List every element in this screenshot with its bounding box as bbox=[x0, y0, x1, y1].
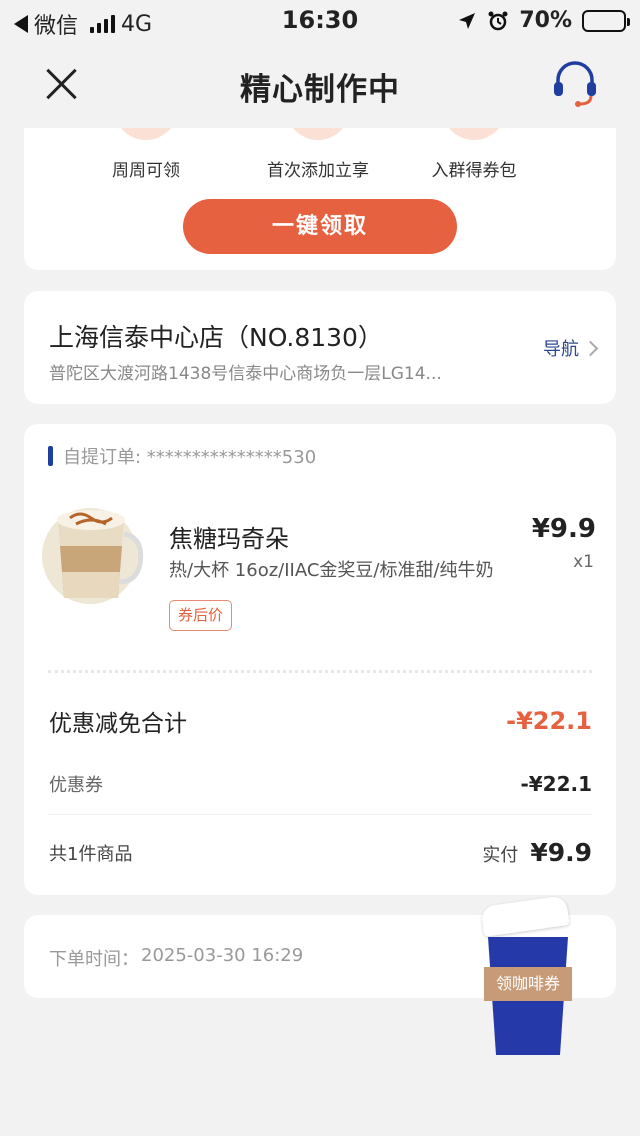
product-spec: 热/大杯 16oz/IIAC金奖豆/标准甜/纯牛奶 bbox=[169, 560, 494, 581]
item-count: 共1件商品 bbox=[49, 843, 133, 865]
order-time-value: 2025-03-30 16:29 bbox=[141, 945, 304, 966]
order-time-label: 下单时间： bbox=[49, 949, 139, 970]
store-address: 普陀区大渡河路1438号信泰中心商场负一层LG14... bbox=[49, 364, 442, 384]
get-coffee-coupon-float-button[interactable]: 领咖啡券 bbox=[478, 893, 578, 1058]
one-click-claim-button[interactable]: 一键领取 bbox=[183, 199, 457, 254]
section-marker bbox=[48, 446, 53, 466]
order-time: 下单时间： 2025-03-30 16:29 bbox=[49, 945, 303, 971]
battery-percent: 70% bbox=[519, 8, 572, 33]
order-number-text: 自提订单: ***************530 bbox=[63, 447, 317, 468]
product-price: ¥9.9 bbox=[531, 514, 596, 544]
discount-total-label: 优惠减免合计 bbox=[49, 711, 187, 737]
customer-service-headset-icon[interactable] bbox=[550, 58, 600, 108]
divider bbox=[48, 814, 592, 815]
discount-total-row: 优惠减免合计 -¥22.1 bbox=[49, 704, 592, 738]
perk-label: 入群得券包 bbox=[431, 161, 517, 181]
coupon-row: 优惠券 -¥22.1 bbox=[49, 771, 592, 797]
chevron-right-icon bbox=[582, 340, 599, 356]
order-card: 自提订单: ***************530 焦糖玛奇朵 热/大杯 16oz… bbox=[24, 424, 616, 895]
status-right: 70% bbox=[457, 8, 630, 33]
nav-bar: 精心制作中 bbox=[0, 40, 640, 128]
dotted-divider bbox=[48, 670, 592, 673]
order-number: 自提订单: ***************530 bbox=[48, 443, 316, 469]
paid-amount: 实付 ¥9.9 bbox=[482, 838, 592, 867]
product-name: 焦糖玛奇朵 bbox=[169, 525, 289, 553]
page-title: 精心制作中 bbox=[240, 72, 400, 108]
coupon-label: 优惠券 bbox=[49, 775, 103, 796]
paid-label: 实付 bbox=[482, 845, 519, 866]
payment-row: 共1件商品 实付 ¥9.9 bbox=[49, 838, 592, 867]
perk-label: 首次添加立享 bbox=[267, 161, 369, 181]
store-name: 上海信泰中心店（NO.8130） bbox=[49, 323, 383, 352]
status-bar: 微信 4G 16:30 70% bbox=[0, 0, 640, 40]
navigate-label: 导航 bbox=[543, 339, 579, 360]
caramel-macchiato-image bbox=[42, 508, 144, 604]
float-coupon-label: 领咖啡券 bbox=[484, 967, 572, 1001]
perk-label: 周周可领 bbox=[112, 161, 180, 181]
product-quantity: x1 bbox=[573, 552, 594, 572]
cup-lid bbox=[480, 895, 570, 937]
paid-value: ¥9.9 bbox=[530, 838, 592, 867]
location-arrow-icon bbox=[459, 12, 476, 29]
coupon-value: -¥22.1 bbox=[520, 772, 592, 796]
store-card: 上海信泰中心店（NO.8130） 普陀区大渡河路1438号信泰中心商场负一层LG… bbox=[24, 291, 616, 404]
alarm-icon bbox=[488, 11, 508, 30]
battery-icon bbox=[582, 9, 630, 32]
discount-total-value: -¥22.1 bbox=[506, 707, 592, 735]
after-coupon-price-tag: 券后价 bbox=[169, 600, 233, 631]
navigate-button[interactable]: 导航 bbox=[543, 335, 599, 361]
